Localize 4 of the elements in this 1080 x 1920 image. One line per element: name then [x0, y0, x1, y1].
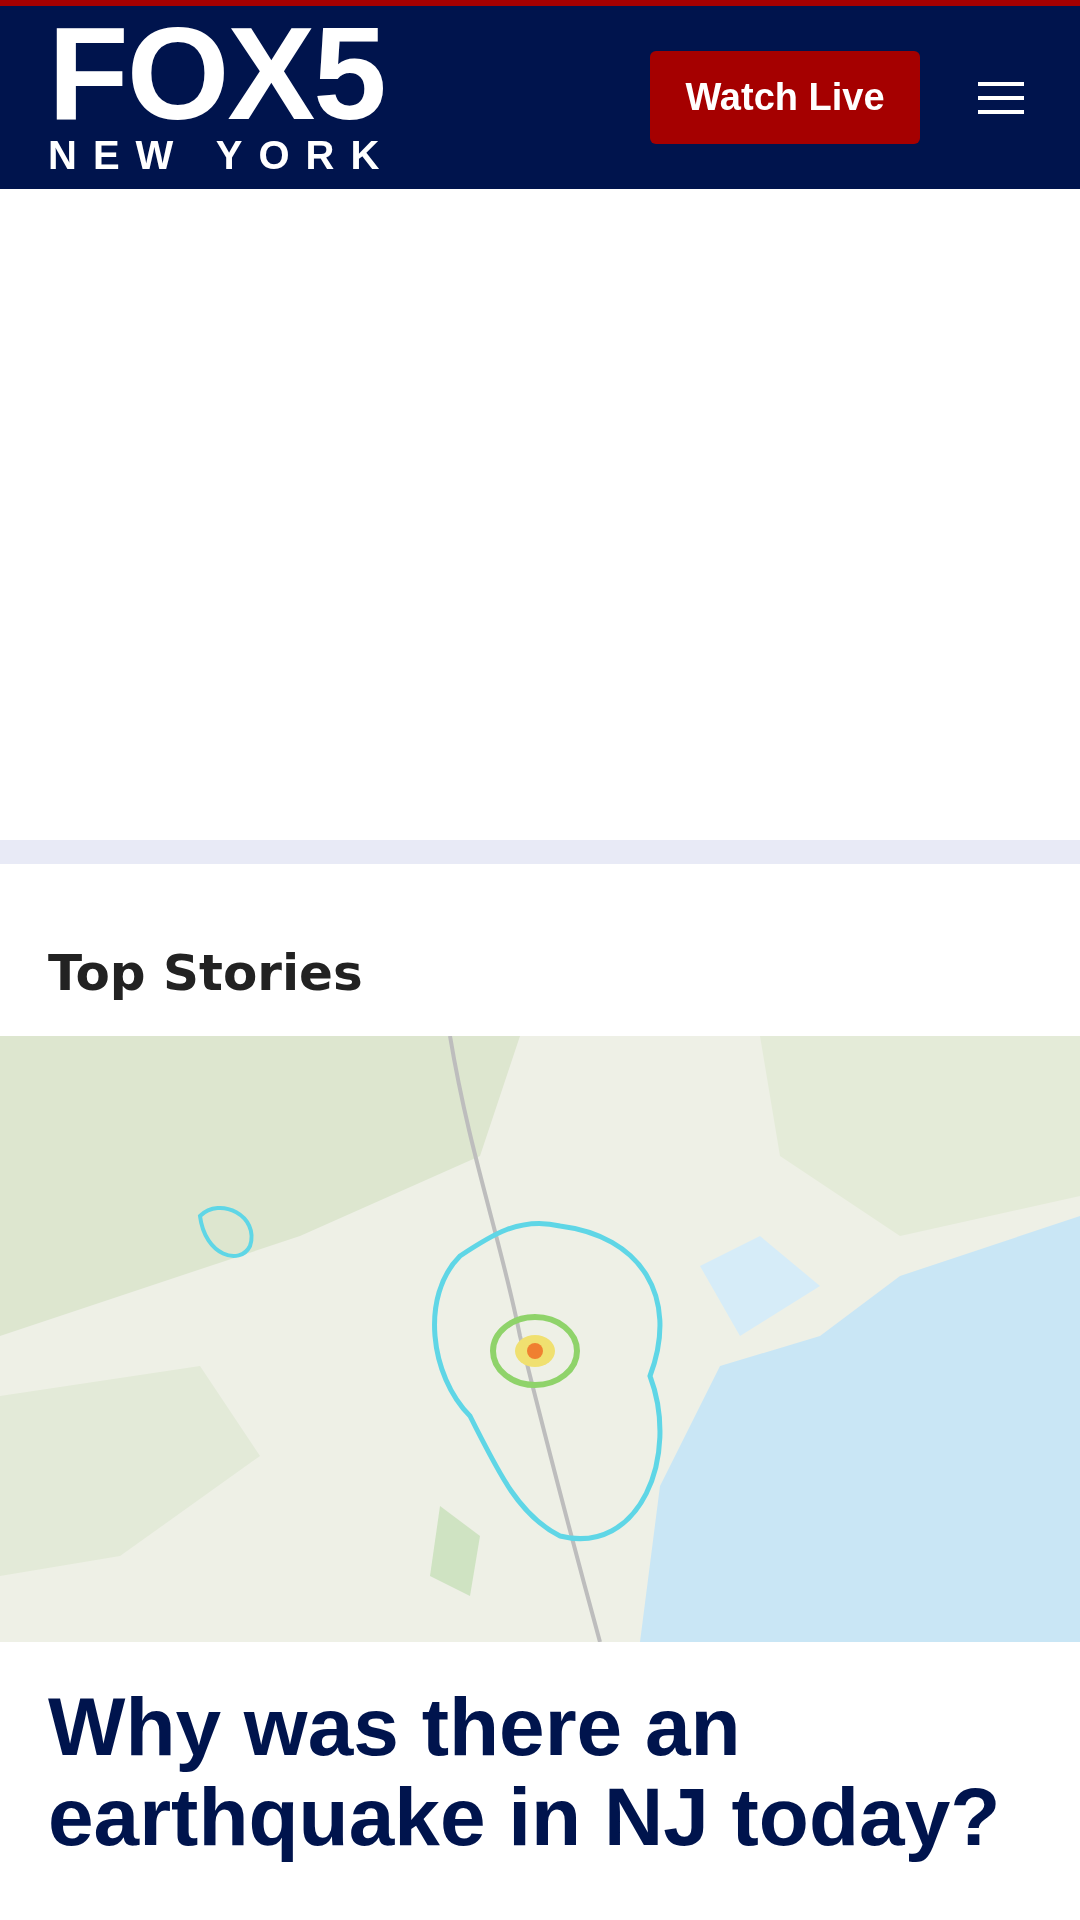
menu-icon[interactable]: [978, 79, 1024, 116]
watch-live-button[interactable]: Watch Live: [650, 51, 920, 144]
headline[interactable]: Why was there an earthquake in NJ today?: [0, 1642, 1080, 1862]
section-title: Top Stories: [47, 943, 364, 1004]
